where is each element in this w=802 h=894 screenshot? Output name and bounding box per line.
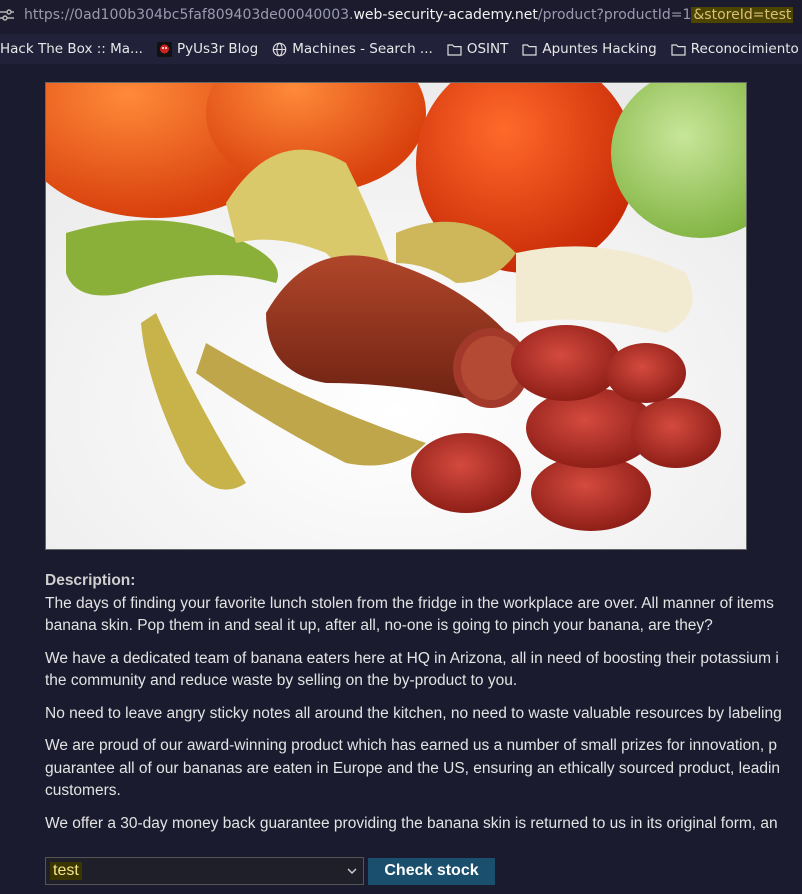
bookmark-label: Apuntes Hacking <box>542 41 657 57</box>
description-line: banana skin. Pop them in and seal it up,… <box>45 617 713 634</box>
check-stock-button[interactable]: Check stock <box>368 857 495 885</box>
bookmark-hackthebox[interactable]: Hack The Box :: Ma... <box>0 41 143 57</box>
bookmark-folder-reconocimiento[interactable]: Reconocimiento <box>671 41 799 57</box>
store-select[interactable]: test <box>45 857 364 885</box>
description-paragraph: No need to leave angry sticky notes all … <box>45 703 802 726</box>
bookmark-label: Reconocimiento <box>690 41 799 57</box>
bookmark-label: PyUs3r Blog <box>176 41 259 57</box>
bookmark-machines-search[interactable]: Machines - Search ... <box>272 41 433 57</box>
chevron-down-icon <box>347 862 357 880</box>
site-settings-icon[interactable] <box>0 8 14 22</box>
folder-icon <box>671 42 686 57</box>
description-line: the community and reduce waste by sellin… <box>45 672 518 689</box>
bookmark-label: Machines - Search ... <box>292 41 433 57</box>
description-line: The days of finding your favorite lunch … <box>45 594 774 612</box>
bookmark-label: Hack The Box :: Ma... <box>0 41 143 57</box>
product-page: Description: The days of finding your fa… <box>0 64 802 894</box>
bookmark-folder-apuntes-hacking[interactable]: Apuntes Hacking <box>522 41 657 57</box>
product-image <box>45 82 747 550</box>
description-line: No need to leave angry sticky notes all … <box>45 704 782 722</box>
product-description: Description: The days of finding your fa… <box>45 570 802 845</box>
description-line: We have a dedicated team of banana eater… <box>45 649 779 667</box>
bookmarks-bar: Hack The Box :: Ma... PyUs3r Blog Machin… <box>0 34 802 64</box>
description-line: guarantee all of our bananas are eaten i… <box>45 759 781 777</box>
stock-check-form: test Check stock <box>45 857 495 885</box>
store-select-value: test <box>50 862 82 880</box>
description-paragraph: We are proud of our award-winning produc… <box>45 735 802 803</box>
description-paragraph: We offer a 30-day money back guarantee p… <box>45 813 802 836</box>
description-label: Description: <box>45 572 136 589</box>
url-prefix: https://0ad100b304bc5faf809403de00040003… <box>24 7 354 23</box>
address-bar[interactable]: https://0ad100b304bc5faf809403de00040003… <box>0 0 802 30</box>
pyus3r-icon <box>156 41 172 57</box>
url-highlighted-param: &storeId=test <box>691 7 794 23</box>
url-path: /product?productId=1 <box>537 7 692 23</box>
url-domain: web-security-academy.net <box>353 7 538 23</box>
bookmark-pyus3r-blog[interactable]: PyUs3r Blog <box>156 41 259 57</box>
globe-icon <box>272 42 287 57</box>
folder-icon <box>447 42 462 57</box>
bookmark-label: OSINT <box>466 41 509 57</box>
folder-icon <box>522 42 537 57</box>
description-line: customers. <box>45 782 121 799</box>
description-line: We are proud of our award-winning produc… <box>45 737 778 754</box>
bookmark-folder-osint[interactable]: OSINT <box>447 41 509 57</box>
description-line: We offer a 30-day money back guarantee p… <box>45 814 778 832</box>
description-paragraph: The days of finding your favorite lunch … <box>45 593 802 638</box>
description-paragraph: We have a dedicated team of banana eater… <box>45 648 802 693</box>
